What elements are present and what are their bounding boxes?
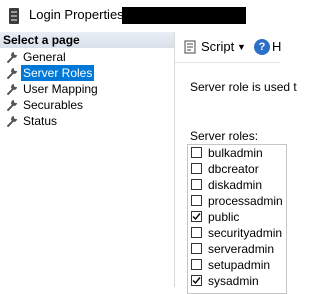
role-item-diskadmin[interactable]: diskadmin xyxy=(188,177,288,193)
chevron-down-icon[interactable]: ▼ xyxy=(237,39,246,55)
role-item-securityadmin[interactable]: securityadmin xyxy=(188,225,288,241)
toolbar: Script ▼ ? H xyxy=(175,32,281,63)
page-item-label: General xyxy=(23,50,66,64)
role-checkbox[interactable] xyxy=(191,179,202,190)
role-item-bulkadmin[interactable]: bulkadmin xyxy=(188,145,288,161)
page-item-securables[interactable]: Securables xyxy=(0,97,174,113)
role-checkbox[interactable] xyxy=(191,275,202,286)
server-roles-list[interactable]: bulkadmin dbcreator diskadmin processadmin p… xyxy=(187,144,287,294)
window-title: Login Properties - xyxy=(29,7,132,22)
role-item-serveradmin[interactable]: serveradmin xyxy=(188,241,288,257)
wrench-icon xyxy=(6,116,17,128)
role-checkbox[interactable] xyxy=(191,163,202,174)
select-page-header: Select a page xyxy=(0,32,174,48)
checkmark-icon xyxy=(192,277,201,285)
roles-list: bulkadmin dbcreator diskadmin processadmin p… xyxy=(188,145,288,289)
script-button[interactable]: Script xyxy=(201,39,234,55)
page-item-label: Status xyxy=(23,114,58,128)
role-checkbox[interactable] xyxy=(191,211,202,222)
page-item-user-mapping[interactable]: User Mapping xyxy=(0,81,174,97)
role-item-dbcreator[interactable]: dbcreator xyxy=(188,161,288,177)
page-item-label: Securables xyxy=(23,98,84,112)
page-description: Server role is used t xyxy=(190,80,297,94)
server-roles-page: Script ▼ ? H Server role is used t Serve… xyxy=(175,32,297,294)
server-roles-label: Server roles: xyxy=(190,129,259,143)
page-list: General Server Roles User Mapping Secura… xyxy=(0,49,174,129)
help-button[interactable]: H xyxy=(272,39,281,55)
role-label: serveradmin xyxy=(208,242,275,256)
role-checkbox[interactable] xyxy=(191,227,202,238)
role-item-setupadmin[interactable]: setupadmin xyxy=(188,257,288,273)
page-item-server-roles[interactable]: Server Roles xyxy=(0,65,174,81)
role-checkbox[interactable] xyxy=(191,259,202,270)
page-item-general[interactable]: General xyxy=(0,49,174,65)
role-label: public xyxy=(208,210,240,224)
role-label: setupadmin xyxy=(208,258,271,272)
role-label: diskadmin xyxy=(208,178,263,192)
help-icon[interactable]: ? xyxy=(254,39,270,55)
page-item-label: User Mapping xyxy=(23,82,98,96)
role-label: securityadmin xyxy=(208,226,283,240)
wrench-icon xyxy=(6,68,17,80)
role-checkbox[interactable] xyxy=(191,243,202,254)
wrench-icon xyxy=(6,100,17,112)
page-selector-pane: Select a page General Server Roles User … xyxy=(0,32,175,287)
role-label: bulkadmin xyxy=(208,146,263,160)
role-label: dbcreator xyxy=(208,162,259,176)
script-icon[interactable] xyxy=(183,40,197,54)
role-label: processadmin xyxy=(208,194,283,208)
role-checkbox[interactable] xyxy=(191,147,202,158)
redacted-login-name xyxy=(122,7,246,24)
wrench-icon xyxy=(6,84,17,96)
role-item-processadmin[interactable]: processadmin xyxy=(188,193,288,209)
page-item-status[interactable]: Status xyxy=(0,113,174,129)
page-item-label: Server Roles xyxy=(21,65,95,81)
role-item-public[interactable]: public xyxy=(188,209,288,225)
checkmark-icon xyxy=(192,213,201,221)
login-properties-icon xyxy=(9,8,19,24)
title-bar: Login Properties - xyxy=(0,0,280,33)
wrench-icon xyxy=(6,52,17,64)
role-checkbox[interactable] xyxy=(191,195,202,206)
